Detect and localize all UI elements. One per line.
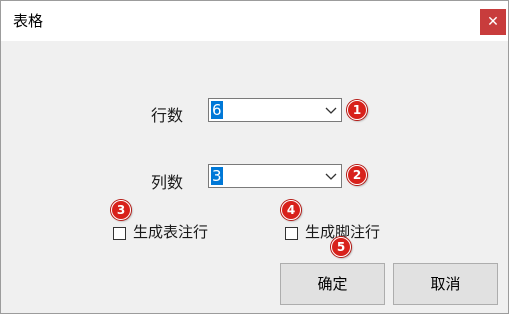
cancel-button[interactable]: 取消	[393, 263, 498, 305]
close-icon: ✕	[487, 14, 499, 30]
columns-select-value: 3	[211, 167, 223, 185]
callout-badge-4: 4	[281, 200, 301, 220]
callout-badge-1: 1	[347, 100, 367, 120]
table-note-label[interactable]: 生成表注行	[133, 221, 208, 242]
footer-note-checkbox[interactable]	[285, 227, 298, 240]
rows-label: 行数	[151, 106, 184, 125]
dialog-title: 表格	[13, 12, 44, 30]
columns-label: 列数	[151, 173, 184, 192]
close-button[interactable]: ✕	[480, 9, 506, 35]
rows-select-value: 6	[211, 101, 223, 119]
callout-badge-2: 2	[347, 165, 367, 185]
chevron-down-icon[interactable]	[325, 104, 337, 116]
table-dialog: 表格 ✕ 行数 6 1 列数 3 2 3 生成表注行 4 生成脚注行 确定 5 …	[0, 0, 509, 314]
ok-button[interactable]: 确定	[280, 263, 385, 305]
title-bar: 表格 ✕	[1, 1, 508, 41]
rows-select[interactable]: 6	[208, 98, 342, 122]
chevron-down-icon[interactable]	[325, 170, 337, 182]
callout-badge-5: 5	[331, 237, 351, 257]
columns-select[interactable]: 3	[208, 164, 342, 188]
table-note-checkbox[interactable]	[113, 227, 126, 240]
callout-badge-3: 3	[111, 200, 131, 220]
